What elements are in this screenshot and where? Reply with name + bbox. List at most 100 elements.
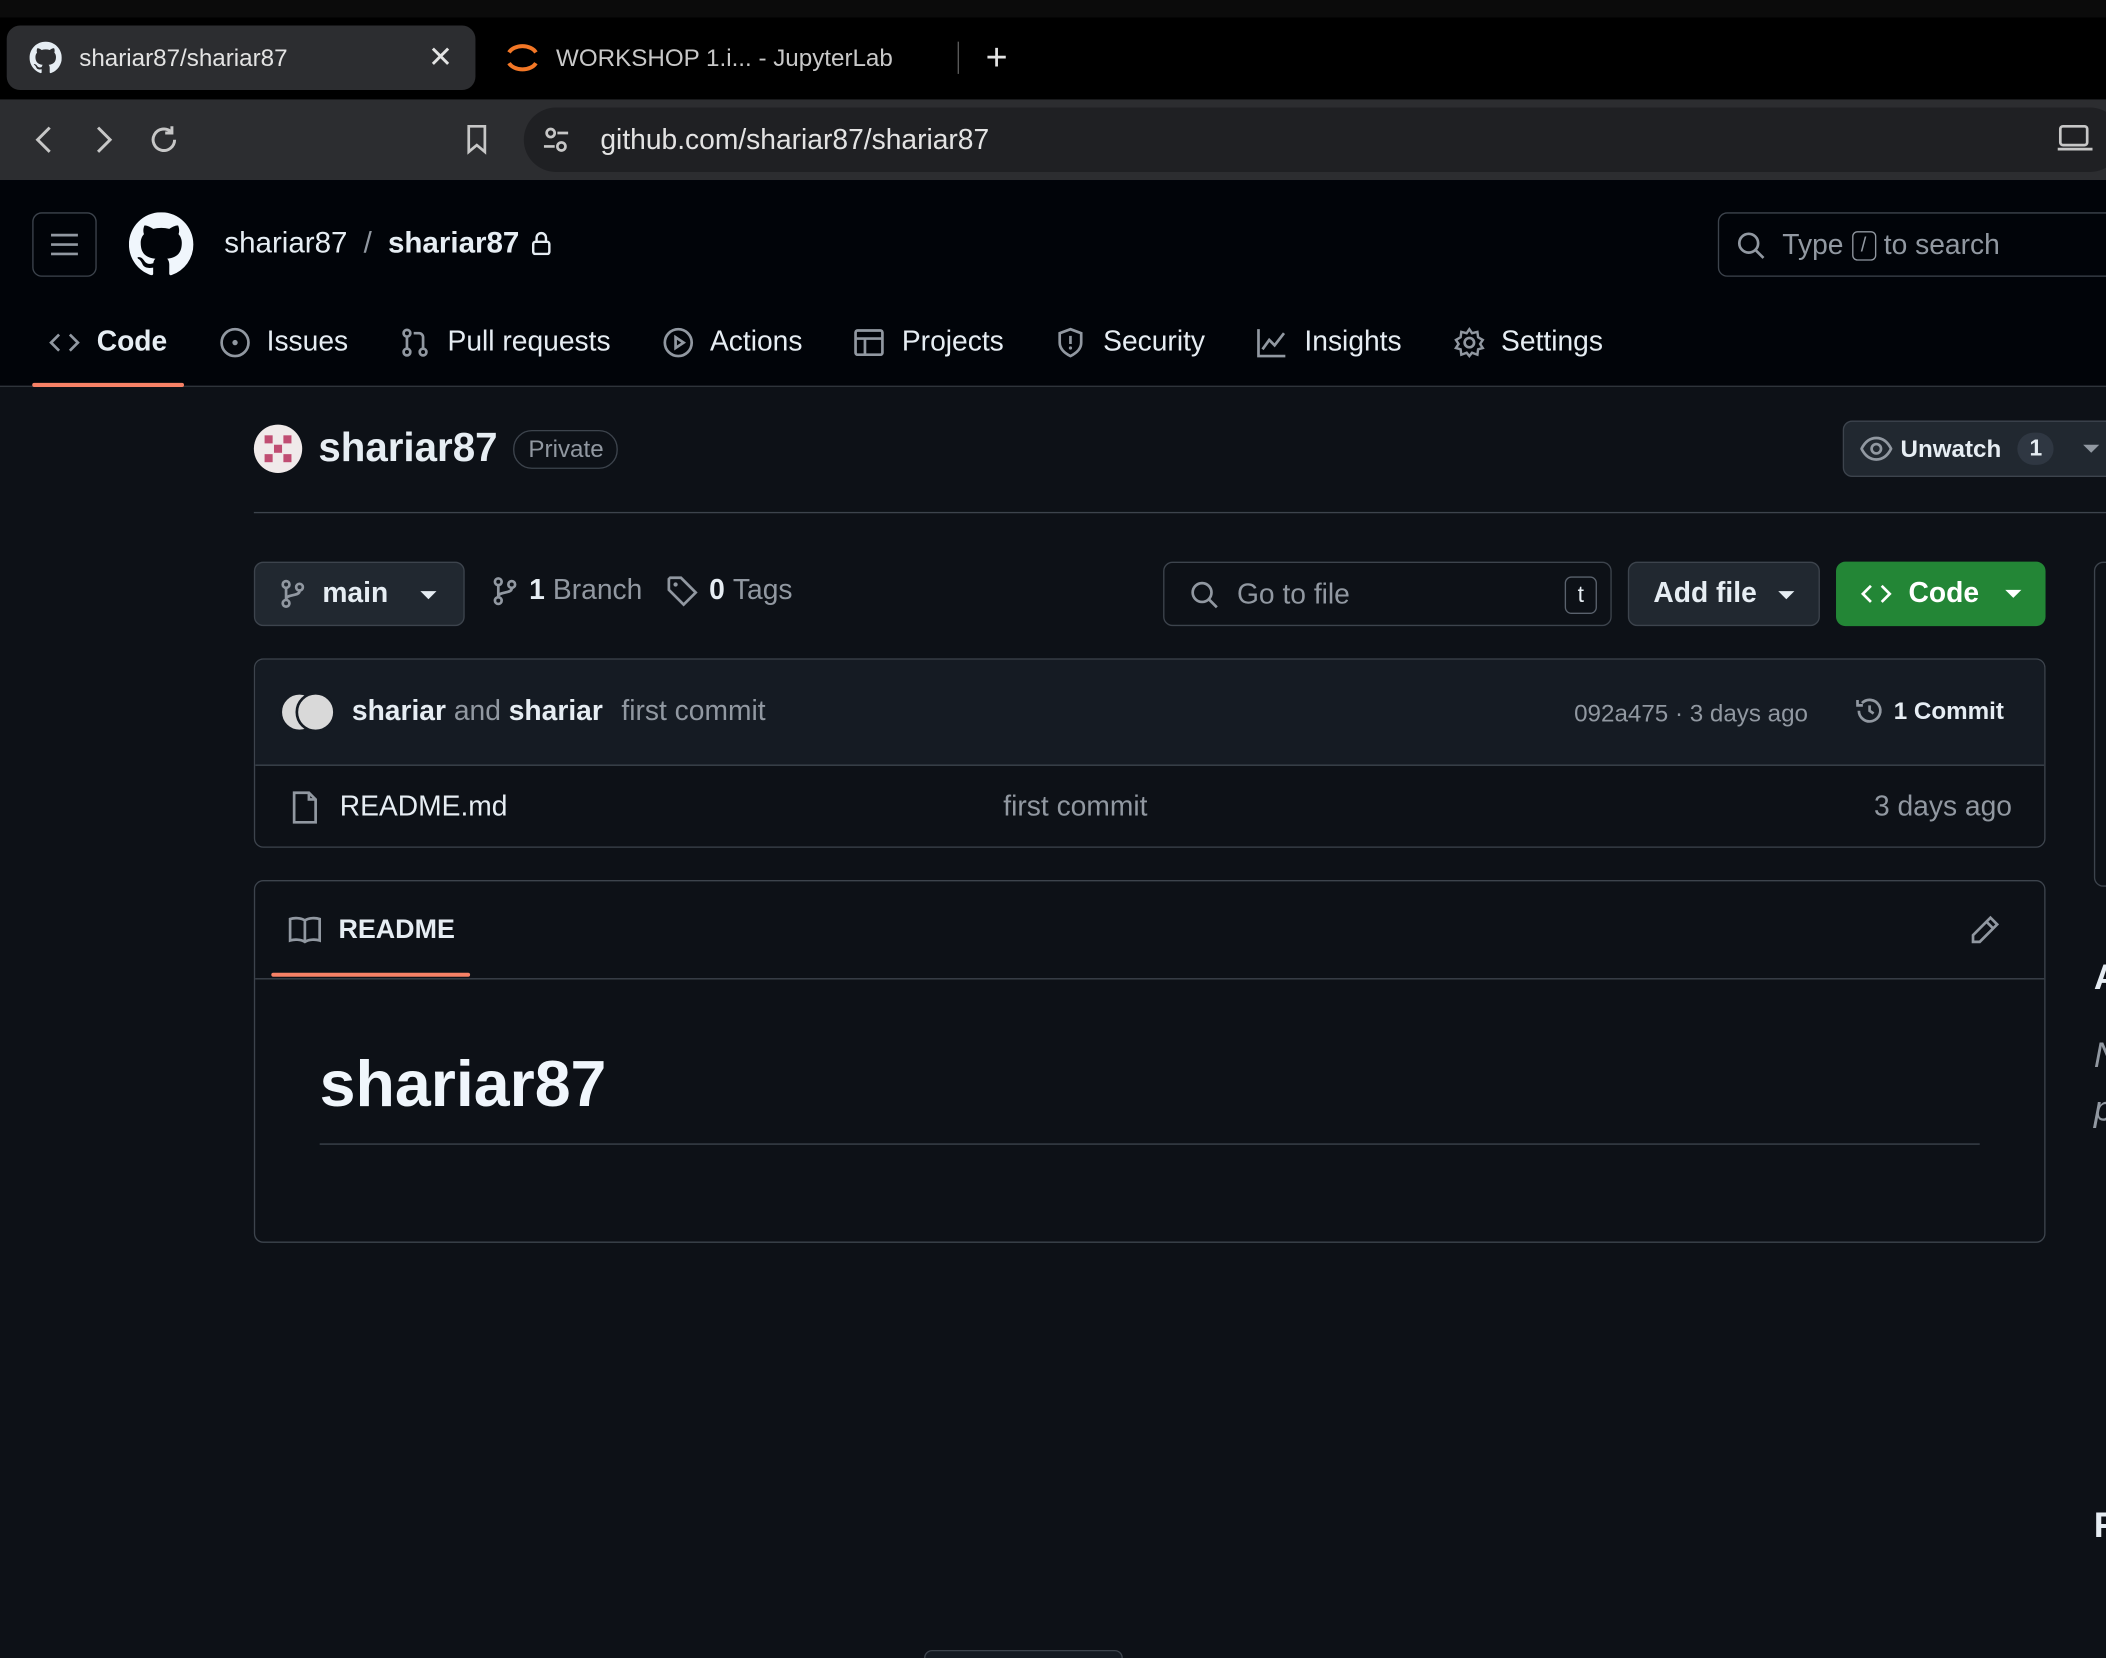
close-tab-icon[interactable]: ✕ <box>424 41 456 74</box>
watch-counter: 1 <box>2017 432 2055 465</box>
tab-actions[interactable]: Actions <box>646 309 819 376</box>
branch-icon <box>493 577 517 606</box>
code-icon <box>1860 584 1892 603</box>
issue-icon <box>219 327 250 358</box>
readme-divider <box>255 978 2045 980</box>
file-icon <box>292 791 317 824</box>
unwatch-label: Unwatch <box>1900 434 2002 462</box>
search-prefix: Type <box>1782 229 1844 261</box>
add-file-button[interactable]: Add file <box>1627 561 1820 627</box>
tab-settings[interactable]: Settings <box>1437 309 1620 376</box>
avatar <box>295 691 336 733</box>
table-icon <box>854 329 885 357</box>
bookmark-icon[interactable] <box>455 118 498 161</box>
search-suffix: to search <box>1883 229 2000 261</box>
forward-icon[interactable] <box>82 118 125 161</box>
site-settings-icon[interactable] <box>540 124 572 156</box>
sidebar-edge <box>2093 561 2106 887</box>
branches-link[interactable]: 1 Branch <box>492 575 643 607</box>
browser-tab-strip: shariar87/shariar87 ✕ WORKSHOP 1.i... - … <box>0 0 2106 100</box>
file-table: shariar and shariar first commit 092a475… <box>253 658 2046 848</box>
tab-code[interactable]: Code <box>32 309 183 387</box>
breadcrumb-owner[interactable]: shariar87 <box>224 226 347 261</box>
tab-pull-requests[interactable]: Pull requests <box>383 309 627 376</box>
github-logo-icon[interactable] <box>128 212 194 276</box>
search-icon <box>1191 581 1218 609</box>
chevron-down-icon <box>2005 589 2022 598</box>
breadcrumb-separator: / <box>363 225 372 260</box>
chevron-down-icon[interactable] <box>2083 444 2100 453</box>
search-placeholder: Type / to search <box>1782 229 2000 262</box>
branch-select[interactable]: main <box>253 561 465 627</box>
avatar[interactable] <box>253 424 303 473</box>
branch-name: main <box>322 577 389 609</box>
unwatch-button[interactable]: Unwatch 1 <box>1842 420 2106 477</box>
repo-title: shariar87 Private <box>253 424 619 473</box>
title-divider <box>253 511 2106 514</box>
history-icon <box>1856 698 1882 723</box>
tab-insights[interactable]: Insights <box>1240 309 1418 376</box>
commit-coauthor[interactable]: shariar <box>509 696 603 727</box>
hamburger-icon <box>51 233 78 256</box>
commit-message[interactable]: first commit <box>621 696 765 727</box>
commit-avatars[interactable] <box>279 691 338 735</box>
commit-count: 1 Commit <box>1893 696 2004 724</box>
code-icon <box>49 333 80 352</box>
new-tab-button[interactable]: + <box>976 37 1016 78</box>
go-to-file-input[interactable]: Go to file t <box>1163 561 1612 627</box>
browser-tab-github[interactable]: shariar87/shariar87 ✕ <box>6 25 476 91</box>
tab-label: Security <box>1103 326 1206 358</box>
gear-icon <box>1453 327 1485 358</box>
tab-projects[interactable]: Projects <box>837 309 1019 376</box>
breadcrumb-repo[interactable]: shariar87 <box>388 226 519 261</box>
tab-issues[interactable]: Issues <box>202 309 364 376</box>
tab-separator <box>957 41 959 74</box>
menu-button[interactable] <box>32 212 97 277</box>
readme-tab-underline <box>271 972 471 977</box>
tab-label: Insights <box>1304 326 1402 358</box>
tab-title: shariar87/shariar87 <box>79 43 288 71</box>
tab-label: Projects <box>901 326 1004 358</box>
tag-icon <box>667 576 698 607</box>
readme-heading-rule <box>319 1143 1980 1145</box>
tags-link[interactable]: 0 Tags <box>666 575 792 607</box>
commit-hash[interactable]: 092a475 · 3 days ago <box>1574 700 1808 728</box>
browser-tab-jupyter[interactable]: WORKSHOP 1.i... - JupyterLab <box>500 26 943 90</box>
code-button[interactable]: Code <box>1836 561 2046 627</box>
tab-label: Pull requests <box>447 326 611 358</box>
github-header: shariar87 / shariar87 Type / to search C… <box>0 180 2106 387</box>
reload-icon[interactable] <box>142 118 185 161</box>
file-commit-message[interactable]: first commit <box>1003 791 1147 823</box>
tab-label: Code <box>96 326 168 358</box>
pencil-icon[interactable] <box>1969 914 2001 946</box>
readme-tab[interactable]: README <box>287 914 455 946</box>
tab-security[interactable]: Security <box>1039 309 1221 376</box>
github-favicon-icon <box>28 40 63 75</box>
bottom-overlay-tab <box>924 1649 1123 1658</box>
cast-icon[interactable] <box>2057 124 2093 154</box>
visibility-badge: Private <box>513 429 619 469</box>
sidebar-cutoff-text: A <box>2094 957 2106 999</box>
repo-name[interactable]: shariar87 <box>318 426 497 472</box>
readme-tab-label: README <box>338 914 455 944</box>
tab-label: Issues <box>266 326 349 358</box>
global-search-input[interactable]: Type / to search <box>1717 212 2106 277</box>
window-top-bar <box>0 0 2106 18</box>
readme-heading: shariar87 <box>319 1049 607 1121</box>
tab-title: WORKSHOP 1.i... - JupyterLab <box>556 43 893 71</box>
branch-label: Branch <box>552 575 643 606</box>
file-date: 3 days ago <box>1873 791 2012 823</box>
table-row[interactable]: README.md first commit 3 days ago <box>255 767 2044 846</box>
commit-history-link[interactable]: 1 Commit <box>1853 695 2004 727</box>
book-icon <box>288 916 322 944</box>
file-name[interactable]: README.md <box>340 791 508 823</box>
branch-icon <box>281 579 305 608</box>
sidebar-cutoff-text: R <box>2094 1505 2106 1547</box>
tab-label: Actions <box>709 326 803 358</box>
eye-icon <box>1860 436 1893 461</box>
sidebar-cutoff-text: N <box>2094 1035 2106 1077</box>
commit-author[interactable]: shariar <box>352 696 446 727</box>
readme-panel: README shariar87 <box>253 880 2046 1243</box>
address-bar[interactable]: github.com/shariar87/shariar87 <box>523 107 2106 172</box>
back-icon[interactable] <box>23 118 66 161</box>
